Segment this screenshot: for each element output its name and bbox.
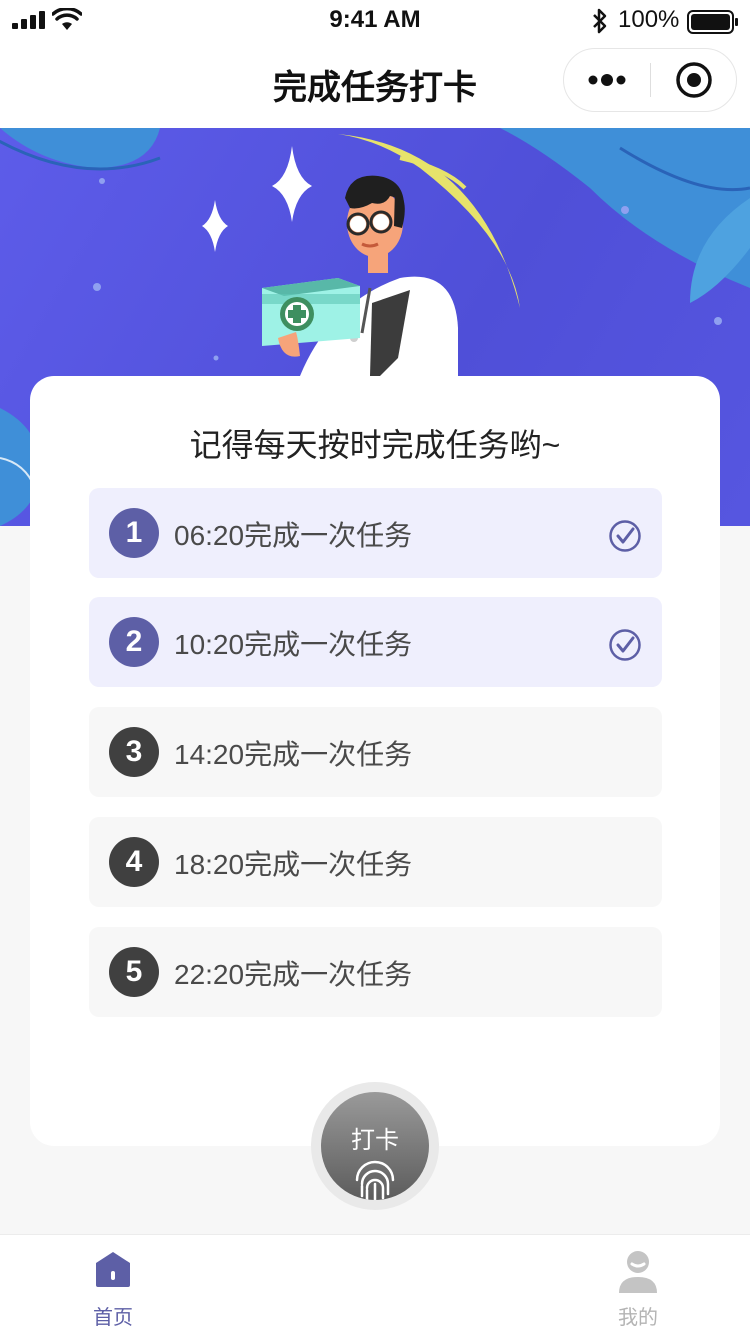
fingerprint-icon — [355, 1160, 395, 1200]
task-item-3[interactable]: 3 14:20完成一次任务 — [89, 707, 662, 797]
status-bar: 9:41 AM 100% — [0, 0, 750, 42]
task-text: 06:20完成一次任务 — [174, 520, 413, 551]
navigation-bar: 完成任务打卡 — [0, 42, 750, 128]
home-icon — [96, 1252, 130, 1287]
tab-home[interactable]: 首页 — [53, 1235, 173, 1334]
bluetooth-icon — [593, 8, 607, 34]
battery-icon — [687, 10, 738, 34]
task-item-5[interactable]: 5 22:20完成一次任务 — [89, 927, 662, 1017]
task-text: 10:20完成一次任务 — [174, 629, 413, 660]
task-number-badge: 2 — [109, 617, 159, 667]
tab-label-home: 首页 — [93, 1307, 133, 1329]
mini-program-capsule — [563, 48, 737, 112]
task-item-1[interactable]: 1 06:20完成一次任务 — [89, 488, 662, 578]
task-number-badge: 4 — [109, 837, 159, 887]
more-dots-icon — [588, 74, 626, 86]
user-icon — [619, 1251, 657, 1293]
task-number-badge: 5 — [109, 947, 159, 997]
tab-bar: 首页 我的 — [0, 1234, 750, 1334]
close-button[interactable] — [651, 49, 737, 111]
checkin-label: 打卡 — [351, 1127, 399, 1154]
check-circle-icon — [609, 520, 641, 552]
check-circle-icon — [609, 629, 641, 661]
task-card: 记得每天按时完成任务哟~ 1 06:20完成一次任务 2 10:20完成一次任务… — [30, 376, 720, 1146]
task-number-badge: 3 — [109, 727, 159, 777]
tab-mine[interactable]: 我的 — [578, 1235, 698, 1334]
checkin-button-ring: 打卡 — [311, 1082, 439, 1210]
tab-label-mine: 我的 — [618, 1307, 658, 1329]
target-close-icon — [676, 62, 712, 98]
task-text: 14:20完成一次任务 — [174, 739, 413, 770]
task-number-badge: 1 — [109, 508, 159, 558]
task-text: 22:20完成一次任务 — [174, 959, 413, 990]
task-item-4[interactable]: 4 18:20完成一次任务 — [89, 817, 662, 907]
checkin-button[interactable]: 打卡 — [321, 1092, 429, 1200]
card-title: 记得每天按时完成任务哟~ — [189, 427, 561, 463]
task-text: 18:20完成一次任务 — [174, 849, 413, 880]
task-item-2[interactable]: 2 10:20完成一次任务 — [89, 597, 662, 687]
battery-percent: 100% — [618, 6, 680, 33]
more-button[interactable] — [564, 49, 650, 111]
